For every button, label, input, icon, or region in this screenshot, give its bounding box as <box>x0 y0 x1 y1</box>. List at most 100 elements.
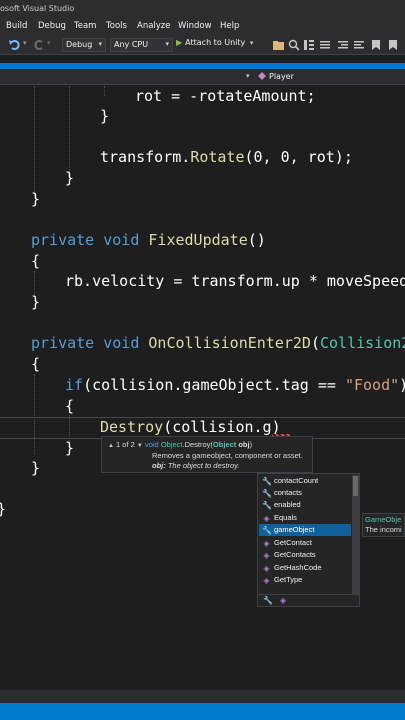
completion-item-selected[interactable]: 🔧 gameObject <box>259 524 351 536</box>
wrench-icon: 🔧 <box>262 477 272 486</box>
quick-info-description: The incomi <box>365 525 402 534</box>
completion-scroll-thumb[interactable] <box>353 476 358 496</box>
code-line-current: Destroy(collision.g) <box>100 418 281 436</box>
chevron-down-icon: ▾ <box>165 40 169 48</box>
tab-well <box>0 56 405 70</box>
quick-info-tooltip: GameObje The incomi <box>362 513 405 537</box>
menu-build[interactable]: Build <box>6 21 27 31</box>
signature-return-type: void <box>144 440 159 449</box>
code-line: } <box>31 190 41 208</box>
navigation-bar: ▾ Player <box>0 70 405 85</box>
undo-dropdown-icon[interactable]: ▾ <box>23 39 27 47</box>
method-icon: ◈ <box>263 514 270 523</box>
attach-label: Attach to Unity <box>185 38 246 47</box>
code-line: } <box>100 107 110 125</box>
signature-method: .Destroy( <box>182 440 213 449</box>
browse-icon[interactable] <box>272 38 286 52</box>
code-line: rb.velocity = transform.up * moveSpeed; <box>65 272 405 290</box>
code-line: rot = -rotateAmount; <box>135 87 316 105</box>
method-icon: ◈ <box>263 576 270 585</box>
completion-item[interactable]: ◈ GetHashCode <box>259 562 351 574</box>
chevron-down-icon: ▾ <box>98 40 102 48</box>
active-tab-underline <box>0 63 405 69</box>
indent-guide <box>34 374 35 454</box>
method-icon: ◈ <box>263 539 270 548</box>
code-line: } <box>65 439 75 457</box>
attach-button[interactable]: ▶ Attach to Unity ▾ <box>176 38 253 52</box>
completion-list[interactable]: 🔧 contactCount 🔧 contacts 🔧 enabled ◈ Equals… <box>257 473 360 607</box>
menu-analyze[interactable]: Analyze <box>137 21 171 31</box>
code-line: } <box>0 499 6 519</box>
prev-bookmark-icon[interactable] <box>386 38 400 52</box>
platform-value: Any CPU <box>114 40 149 49</box>
indent-icon[interactable] <box>336 38 350 52</box>
signature-param-type: Object <box>212 440 237 449</box>
redo-icon[interactable] <box>32 38 46 52</box>
signature-close: ) <box>249 440 253 449</box>
wrench-icon: 🔧 <box>262 489 272 498</box>
code-line: { <box>31 355 41 373</box>
member-label: Player <box>269 72 294 81</box>
parameter-info-tooltip: ▲ 1 of 2 ▼ void Object.Destroy(Object ob… <box>101 436 313 473</box>
title-bar: osoft Visual Studio <box>0 0 405 18</box>
code-line: if(collision.gameObject.tag == "Food") <box>65 376 405 394</box>
overload-counter: 1 of 2 <box>116 440 135 449</box>
completion-item[interactable]: ◈ GetContact <box>259 537 351 549</box>
undo-icon[interactable] <box>8 38 22 52</box>
code-line: } <box>31 459 41 477</box>
menu-tools[interactable]: Tools <box>106 21 127 31</box>
wrench-icon: 🔧 <box>262 526 272 535</box>
completion-item[interactable]: ◈ GetContacts <box>259 549 351 561</box>
configuration-dropdown[interactable]: Debug ▾ <box>62 38 106 52</box>
completion-item[interactable]: 🔧 contacts <box>259 487 351 499</box>
class-icon <box>258 72 266 80</box>
code-line: { <box>65 397 75 415</box>
comment-icon[interactable] <box>318 38 332 52</box>
filter-methods-icon[interactable]: ◈ <box>280 596 286 605</box>
editor-bottom-bar <box>0 690 405 703</box>
indent-guide <box>104 86 105 96</box>
outdent-icon[interactable] <box>352 38 366 52</box>
overload-up-icon[interactable]: ▲ <box>108 443 114 449</box>
code-line: } <box>65 169 75 187</box>
find-icon[interactable] <box>287 38 301 52</box>
completion-item[interactable]: ◈ Equals <box>259 512 351 524</box>
method-icon: ◈ <box>263 564 270 573</box>
signature-class: Object <box>160 440 183 449</box>
method-icon: ◈ <box>263 551 270 560</box>
filter-properties-icon[interactable]: 🔧 <box>263 596 273 605</box>
member-dropdown[interactable]: Player <box>258 72 294 81</box>
play-icon: ▶ <box>176 38 183 47</box>
completion-item[interactable]: 🔧 enabled <box>259 499 351 511</box>
window-title: osoft Visual Studio <box>0 4 75 13</box>
wrench-icon: 🔧 <box>262 501 272 510</box>
menu-window[interactable]: Window <box>178 21 212 31</box>
indent-guide <box>69 86 70 178</box>
completion-filter-bar: 🔧 ◈ <box>258 594 359 606</box>
chevron-down-icon[interactable]: ▾ <box>246 72 250 80</box>
toolbar: ▾ ▾ Debug ▾ Any CPU ▾ ▶ Attach to Unity ▾ <box>0 35 405 55</box>
menu-debug[interactable]: Debug <box>38 21 66 31</box>
menu-help[interactable]: Help <box>220 21 239 31</box>
indent-guide <box>34 86 35 198</box>
method-description: Removes a gameobject, component or asset… <box>152 451 303 460</box>
platform-dropdown[interactable]: Any CPU ▾ <box>110 38 173 52</box>
signature-param-name: obj <box>236 440 250 449</box>
redo-dropdown-icon[interactable]: ▾ <box>47 39 51 47</box>
code-line: { <box>31 252 41 270</box>
menu-bar: Build Debug Team Tools Analyze Window He… <box>0 18 405 35</box>
completion-item[interactable]: ◈ GetType <box>259 574 351 586</box>
quick-info-type: GameObje <box>365 515 402 524</box>
bookmark-icon[interactable] <box>369 38 383 52</box>
code-line: } <box>31 293 41 311</box>
bookmark-list-icon[interactable] <box>302 38 316 52</box>
configuration-value: Debug <box>66 40 93 49</box>
overload-down-icon[interactable]: ▼ <box>137 443 143 449</box>
param-description: obj: The object to destroy. <box>152 461 240 470</box>
completion-item[interactable]: 🔧 contactCount <box>259 475 351 487</box>
code-line: transform.Rotate(0, 0, rot); <box>100 148 353 166</box>
status-bar <box>0 703 405 720</box>
code-line: private void OnCollisionEnter2D(Collisio… <box>31 334 405 352</box>
code-line: private void FixedUpdate() <box>31 231 266 249</box>
menu-team[interactable]: Team <box>74 21 96 31</box>
